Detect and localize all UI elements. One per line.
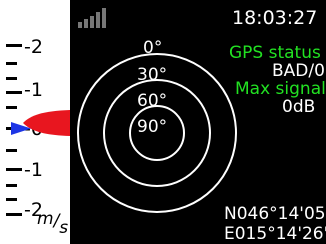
vario-tick (6, 184, 17, 187)
variometer-scale: -2 -1 -0 -1 -2 m/s (0, 0, 70, 244)
vario-tick (6, 198, 17, 201)
clock-time: 18:03:27 (232, 7, 318, 29)
vario-tick (6, 149, 17, 152)
elevation-label-60: 60° (137, 91, 168, 111)
elevation-label-30: 30° (137, 65, 168, 85)
latitude-readout: N046°14'05" (224, 204, 326, 224)
vario-label-plus-1: -1 (24, 79, 43, 101)
longitude-readout: E015°14'26" (224, 224, 326, 244)
vario-unit: m/s (37, 209, 69, 238)
vario-tick (6, 62, 17, 65)
vario-tick (6, 44, 22, 47)
gps-status-label: GPS status (229, 43, 321, 63)
vario-tick (6, 106, 17, 109)
status-bar: 18:03:27 (70, 0, 326, 36)
vario-tick (6, 77, 17, 80)
vario-average-marker (11, 122, 31, 135)
elevation-label-90: 90° (137, 117, 168, 137)
max-signal-value: 0dB (282, 97, 316, 117)
vario-label-minus-1: -1 (24, 159, 43, 181)
vario-tick (6, 168, 22, 171)
elevation-label-0: 0° (143, 38, 163, 58)
vario-tick (6, 213, 22, 216)
signal-bars-icon (78, 8, 106, 28)
gps-status-value: BAD/0 (272, 61, 325, 81)
vario-label-plus-2: -2 (24, 36, 43, 58)
flight-instrument-screen: -2 -1 -0 -1 -2 m/s 18:03:27 0° 30° (0, 0, 326, 244)
max-signal-label: Max signal (235, 79, 326, 99)
vario-tick (6, 91, 22, 94)
